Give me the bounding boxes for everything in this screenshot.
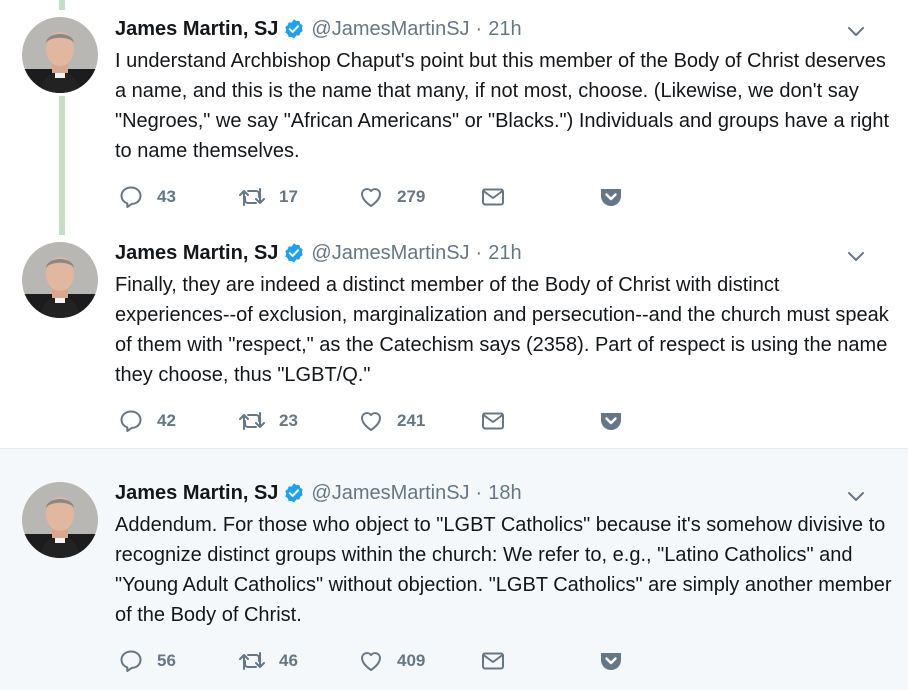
display-name[interactable]: James Martin, SJ (115, 18, 278, 41)
retweet-icon (238, 648, 266, 674)
retweet-count: 46 (279, 651, 298, 670)
avatar[interactable] (22, 17, 98, 93)
heart-icon (358, 408, 384, 434)
verified-badge-icon (283, 482, 305, 504)
like-count: 279 (397, 187, 426, 206)
username[interactable]: @JamesMartinSJ (311, 482, 469, 505)
direct-message-button[interactable] (480, 406, 506, 436)
tweet[interactable]: James Martin, SJ @JamesMartinSJ · 18h Ad… (0, 448, 908, 690)
heart-icon (358, 184, 384, 210)
action-bar: 42 23 241 (118, 406, 638, 436)
chevron-down-icon[interactable] (845, 245, 867, 267)
verified-badge-icon (283, 18, 305, 40)
envelope-icon (480, 408, 506, 434)
reply-icon (118, 648, 144, 674)
tweet-header: James Martin, SJ @JamesMartinSJ · 21h (115, 239, 522, 267)
tweet-header: James Martin, SJ @JamesMartinSJ · 18h (115, 479, 522, 507)
like-count: 409 (397, 651, 426, 670)
tweet-header: James Martin, SJ @JamesMartinSJ · 21h (115, 15, 522, 43)
like-button[interactable]: 409 (358, 646, 425, 676)
retweet-button[interactable]: 17 (238, 182, 298, 212)
timestamp[interactable]: 18h (488, 482, 521, 505)
display-name[interactable]: James Martin, SJ (115, 482, 278, 505)
chevron-down-icon[interactable] (845, 20, 867, 42)
reply-icon (118, 408, 144, 434)
avatar[interactable] (22, 242, 98, 318)
retweet-count: 17 (279, 187, 298, 206)
reply-count: 56 (157, 651, 176, 670)
pocket-save-button[interactable] (598, 406, 624, 436)
thread-line (59, 96, 65, 235)
avatar[interactable] (22, 482, 98, 558)
envelope-icon (480, 184, 506, 210)
pocket-save-button[interactable] (598, 646, 624, 676)
direct-message-button[interactable] (480, 182, 506, 212)
tweet-text: Finally, they are indeed a distinct memb… (115, 274, 889, 386)
retweet-count: 23 (279, 411, 298, 430)
pocket-icon (598, 408, 624, 434)
like-count: 241 (397, 411, 426, 430)
action-bar: 43 17 279 (118, 182, 638, 212)
envelope-icon (480, 648, 506, 674)
tweet[interactable]: James Martin, SJ @JamesMartinSJ · 21h Fi… (0, 225, 908, 448)
pocket-save-button[interactable] (598, 182, 624, 212)
reply-count: 42 (157, 411, 176, 430)
heart-icon (358, 648, 384, 674)
reply-button[interactable]: 43 (118, 182, 176, 212)
retweet-button[interactable]: 46 (238, 646, 298, 676)
pocket-icon (598, 184, 624, 210)
like-button[interactable]: 279 (358, 182, 425, 212)
reply-icon (118, 184, 144, 210)
separator: · (475, 241, 483, 264)
timestamp[interactable]: 21h (488, 18, 521, 41)
separator: · (475, 17, 483, 40)
action-bar: 56 46 409 (118, 646, 638, 676)
tweet-text: Addendum. For those who object to "LGBT … (115, 514, 892, 626)
verified-badge-icon (283, 242, 305, 264)
separator: · (475, 481, 483, 504)
timestamp[interactable]: 21h (488, 242, 521, 265)
retweet-icon (238, 408, 266, 434)
thread-line (59, 0, 65, 10)
reply-count: 43 (157, 187, 176, 206)
retweet-button[interactable]: 23 (238, 406, 298, 436)
username[interactable]: @JamesMartinSJ (311, 18, 469, 41)
pocket-icon (598, 648, 624, 674)
reply-button[interactable]: 56 (118, 646, 176, 676)
tweet[interactable]: James Martin, SJ @JamesMartinSJ · 21h I … (0, 0, 908, 235)
retweet-icon (238, 184, 266, 210)
username[interactable]: @JamesMartinSJ (311, 242, 469, 265)
chevron-down-icon[interactable] (845, 485, 867, 507)
reply-button[interactable]: 42 (118, 406, 176, 436)
direct-message-button[interactable] (480, 646, 506, 676)
tweet-text: I understand Archbishop Chaput's point b… (115, 50, 890, 162)
like-button[interactable]: 241 (358, 406, 425, 436)
display-name[interactable]: James Martin, SJ (115, 242, 278, 265)
